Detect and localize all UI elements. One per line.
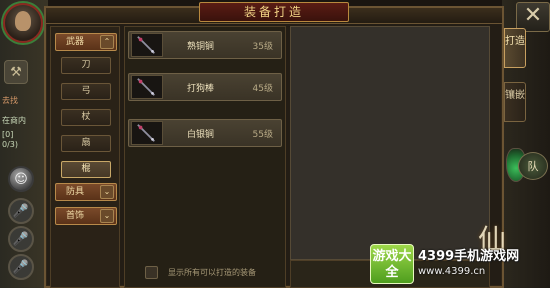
site-watermark: 游戏大全 4399手机游戏网 www.4399.cn <box>370 242 548 286</box>
hud-text-1: 去找 <box>2 96 18 105</box>
item-name: 打狗棒 <box>187 84 215 94</box>
show-all-label: 显示所有可以打造的装备 <box>168 267 256 277</box>
watermark-main: 4399手机游戏网 <box>418 249 520 264</box>
item-level: 35级 <box>252 42 273 52</box>
item-row[interactable]: 白银锏 55级 <box>128 119 282 147</box>
hud-text-2: 在商内 <box>2 116 26 125</box>
staff-weapon-icon <box>131 121 163 145</box>
category-weapon-label: 武器 <box>66 37 85 47</box>
team-button[interactable]: 队 <box>518 152 548 180</box>
category-armor-label: 防具 <box>66 187 85 197</box>
player-avatar[interactable] <box>3 3 43 43</box>
chevron-down-icon: ⌄ <box>100 185 114 199</box>
hud-text-4: 0/3) <box>2 140 18 149</box>
emoji-icon[interactable]: ☺ <box>8 166 34 192</box>
category-jewelry-label: 首饰 <box>66 211 85 221</box>
show-all-checkbox[interactable] <box>145 265 158 279</box>
subcategory-blade[interactable]: 刀 <box>61 57 111 74</box>
staff-weapon-icon <box>131 75 163 99</box>
category-jewelry[interactable]: 首饰 ⌄ <box>55 207 117 225</box>
panel-title: 装备打造 <box>199 2 349 22</box>
subcategory-fan[interactable]: 扇 <box>61 135 111 152</box>
item-name: 白银锏 <box>187 130 215 140</box>
subcategory-cudgel[interactable]: 棍 <box>61 161 111 178</box>
staff-weapon-icon <box>131 33 163 57</box>
category-armor[interactable]: 防具 ⌄ <box>55 183 117 201</box>
microphone-icon-2[interactable]: 🎤 <box>8 226 34 252</box>
category-column: 武器 ⌃ 刀 弓 杖 扇 棍 防具 ⌄ 首饰 ⌄ <box>50 26 120 288</box>
item-row[interactable]: 熟铜锏 35级 <box>128 31 282 59</box>
subcategory-wand[interactable]: 杖 <box>61 109 111 126</box>
item-level: 45级 <box>252 84 273 94</box>
hud-text-3: [0] <box>2 130 14 139</box>
title-bar: 装备打造 <box>46 2 502 24</box>
tab-craft[interactable]: 打造 <box>504 28 526 68</box>
chevron-down-icon: ⌄ <box>100 209 114 223</box>
4399-logo: 游戏大全 <box>370 244 414 284</box>
category-weapon[interactable]: 武器 ⌃ <box>55 33 117 51</box>
microphone-icon[interactable]: 🎤 <box>8 198 34 224</box>
chevron-up-icon: ⌃ <box>100 35 114 49</box>
item-level: 55级 <box>252 130 273 140</box>
item-name: 熟铜锏 <box>187 42 215 52</box>
watermark-url: www.4399.cn <box>418 266 486 277</box>
crafting-detail-area <box>290 26 490 260</box>
show-all-toggle[interactable]: 显示所有可以打造的装备 <box>145 265 256 279</box>
task-icon[interactable]: ⚒ <box>4 60 28 84</box>
item-list: 熟铜锏 35级 打狗棒 45级 白银锏 55级 显示所有可以打造的装备 <box>124 26 286 288</box>
watermark-text: 4399手机游戏网 www.4399.cn <box>418 249 519 279</box>
left-hud: ⚒ 去找 在商内 [0] 0/3) ☺ 🎤 🎤 🎤 <box>0 0 48 288</box>
tab-inlay[interactable]: 镶嵌 <box>504 82 526 122</box>
subcategory-bow[interactable]: 弓 <box>61 83 111 100</box>
microphone-icon-3[interactable]: 🎤 <box>8 254 34 280</box>
item-row[interactable]: 打狗棒 45级 <box>128 73 282 101</box>
